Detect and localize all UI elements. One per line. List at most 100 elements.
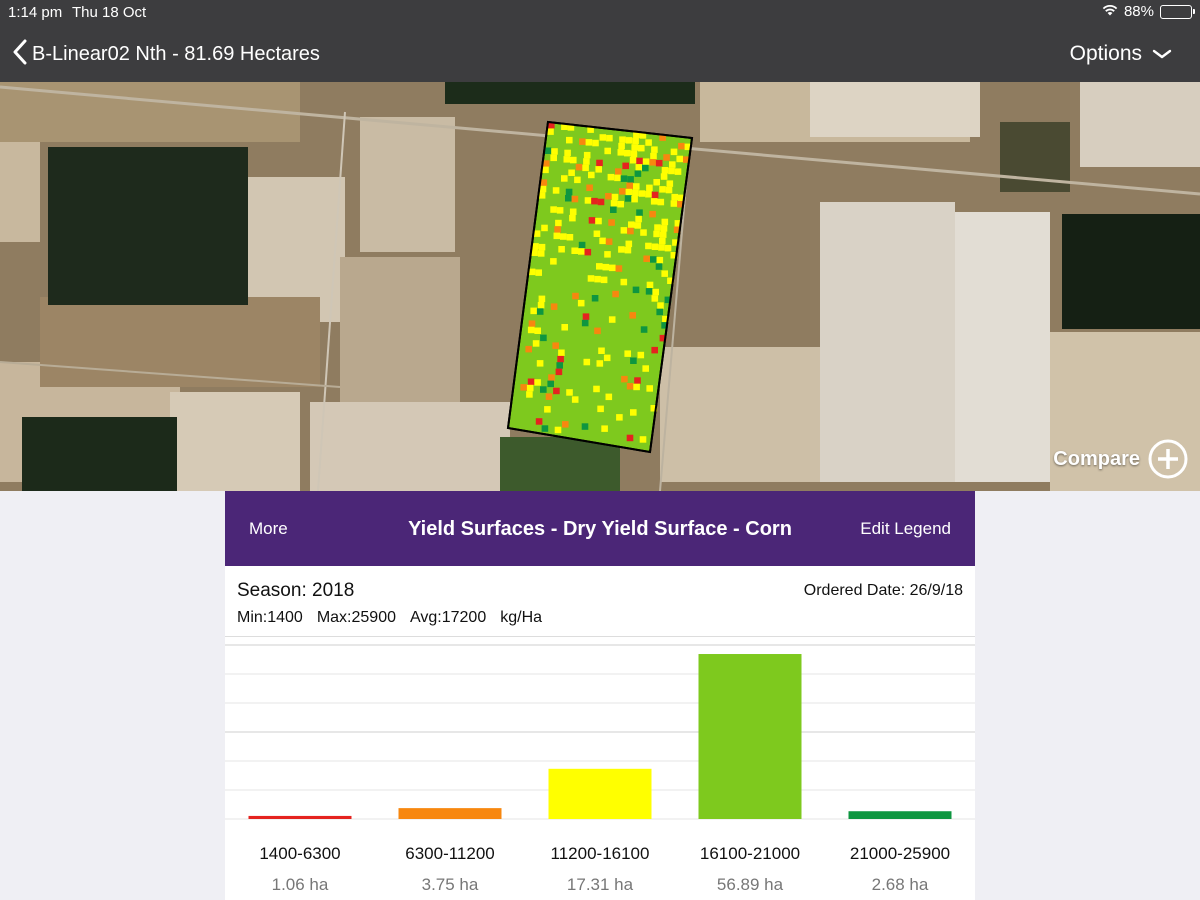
battery-icon — [1160, 4, 1195, 19]
yield-cell — [608, 219, 615, 226]
yield-cell — [595, 166, 602, 173]
chevron-down-icon — [1152, 42, 1172, 66]
yield-cell — [540, 386, 547, 393]
yield-cell — [603, 354, 611, 362]
yield-cell — [617, 200, 624, 208]
stat-unit: kg/Ha — [500, 609, 543, 626]
yield-cell — [536, 308, 544, 315]
yield-cell — [629, 312, 636, 319]
yield-cell — [540, 179, 548, 186]
yield-cell — [541, 224, 548, 232]
yield-cell — [649, 210, 656, 218]
yield-cell — [598, 347, 605, 354]
yield-cell — [651, 191, 659, 199]
yield-cell — [557, 355, 564, 363]
yield-cell — [669, 161, 676, 168]
yield-cell — [535, 269, 542, 276]
yield-cell — [626, 434, 634, 442]
yield-cell — [635, 164, 643, 171]
plus-circle-icon — [1148, 439, 1188, 479]
yield-cell — [564, 149, 571, 157]
yield-cell — [571, 396, 579, 403]
yield-cell — [632, 137, 639, 145]
yield-cell — [610, 200, 618, 207]
ordered-date: Ordered Date: 26/9/18 — [803, 582, 963, 599]
yield-cell — [583, 151, 591, 159]
yield-cell — [547, 128, 554, 135]
yield-cell — [541, 425, 549, 432]
yield-cell — [660, 225, 668, 232]
compare-button[interactable]: Compare — [1053, 439, 1188, 479]
yield-cell — [651, 146, 658, 153]
yield-cell — [629, 157, 637, 164]
yield-cell — [543, 160, 550, 167]
back-button[interactable]: B-Linear02 Nth - 81.69 Hectares — [12, 38, 320, 70]
yield-cell — [569, 214, 576, 222]
yield-cell — [608, 316, 616, 323]
yield-cell — [520, 384, 527, 391]
yield-cell — [624, 350, 631, 357]
yield-cell — [570, 156, 577, 164]
edit-legend-button[interactable]: Edit Legend — [860, 519, 951, 539]
yield-cell — [605, 238, 613, 245]
yield-cell — [554, 226, 561, 233]
yield-cell — [651, 295, 659, 302]
yield-cell — [621, 375, 628, 383]
area-label: 2.68 ha — [871, 875, 929, 894]
yield-cell — [649, 159, 656, 166]
yield-cell — [674, 168, 682, 175]
yield-cell — [636, 209, 643, 216]
yield-cell — [637, 351, 645, 359]
yield-cell — [552, 342, 559, 349]
yield-cell — [578, 248, 585, 255]
yield-cell — [588, 171, 595, 179]
yield-cell — [628, 221, 635, 228]
season-label: Season: 2018 — [237, 580, 355, 601]
yield-cell — [532, 243, 539, 250]
yield-cell — [538, 295, 546, 303]
yield-cell — [532, 340, 540, 347]
yield-cell — [534, 327, 541, 334]
yield-cell — [604, 147, 611, 155]
yield-cell — [586, 184, 593, 191]
area-label: 3.75 ha — [421, 875, 479, 894]
yield-cell — [597, 198, 605, 206]
yield-cell — [640, 326, 648, 333]
yield-cell — [668, 167, 675, 175]
yield-cell — [624, 246, 632, 254]
yield-cell — [632, 189, 639, 197]
yield-cell — [535, 418, 543, 425]
yield-cell — [659, 237, 666, 245]
yield-cell — [678, 142, 685, 150]
yield-cell — [600, 276, 608, 284]
yield-cell — [593, 385, 600, 393]
yield-cell — [555, 219, 562, 227]
yield-cell — [650, 256, 657, 263]
satellite-map[interactable]: Compare — [0, 82, 1200, 491]
yield-cell — [599, 237, 606, 245]
status-indicators: 88% — [1102, 3, 1195, 20]
yield-cell — [537, 302, 545, 309]
wifi-icon — [1102, 3, 1118, 20]
yield-cell — [582, 164, 589, 172]
yield-cell — [651, 243, 659, 250]
yield-cell — [558, 349, 565, 356]
category-label: 21000-25900 — [849, 844, 951, 863]
yield-cell — [650, 198, 658, 205]
yield-cell — [656, 256, 664, 264]
histogram-bar-4 — [698, 654, 802, 819]
yield-cell — [655, 159, 663, 167]
panel-header: More Yield Surfaces - Dry Yield Surface … — [225, 491, 975, 566]
yield-cell — [578, 241, 586, 249]
yield-cell — [553, 232, 561, 240]
category-label: 11200-16100 — [550, 844, 650, 863]
yield-cell — [594, 275, 601, 283]
yield-cell — [527, 326, 535, 334]
yield-cell — [527, 378, 535, 385]
yield-cell — [566, 136, 573, 144]
yield-cell — [645, 242, 652, 250]
yield-cell — [657, 302, 664, 309]
yield-cell — [558, 246, 565, 253]
yield-cell — [615, 265, 623, 272]
options-button[interactable]: Options — [1070, 38, 1172, 70]
